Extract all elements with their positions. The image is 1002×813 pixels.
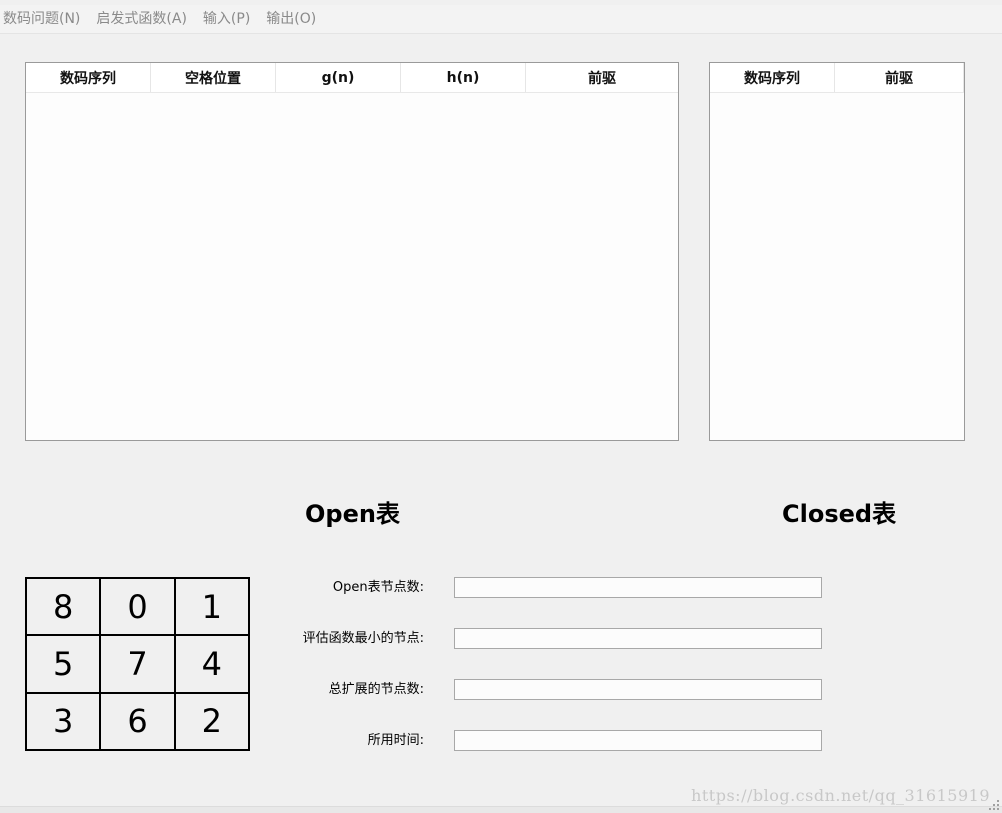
menu-output[interactable]: 输出(O)	[258, 5, 324, 33]
open-table-header: 数码序列 空格位置 g(n) h(n) 前驱	[26, 63, 678, 93]
window-bottom-edge	[0, 806, 1002, 813]
puzzle-tile[interactable]: 6	[101, 693, 174, 749]
open-count-field[interactable]	[454, 577, 822, 598]
resize-grip-icon[interactable]	[988, 799, 1000, 811]
expanded-count-field[interactable]	[454, 679, 822, 700]
open-table-caption: Open表	[305, 500, 400, 528]
open-col-blank-position[interactable]: 空格位置	[151, 63, 276, 92]
closed-table-header: 数码序列 前驱	[710, 63, 964, 93]
open-table[interactable]: 数码序列 空格位置 g(n) h(n) 前驱	[25, 62, 679, 441]
puzzle-tile[interactable]: 2	[175, 693, 248, 749]
puzzle-tile[interactable]: 3	[27, 693, 100, 749]
puzzle-tile[interactable]: 5	[27, 636, 100, 692]
open-count-label: Open表节点数:	[332, 580, 424, 595]
menu-bar: 数码问题(N) 启发式函数(A) 输入(P) 输出(O)	[0, 5, 1002, 34]
closed-col-predecessor[interactable]: 前驱	[835, 63, 964, 92]
stat-row-time: 所用时间:	[250, 730, 822, 752]
app-window: 数码问题(N) 启发式函数(A) 输入(P) 输出(O) 数码序列 空格位置 g…	[0, 0, 1002, 813]
closed-table[interactable]: 数码序列 前驱	[709, 62, 965, 441]
puzzle-tile[interactable]: 1	[175, 579, 248, 635]
time-used-label: 所用时间:	[367, 733, 424, 748]
puzzle-tile[interactable]: 8	[27, 579, 100, 635]
puzzle-tile[interactable]: 7	[101, 636, 174, 692]
closed-col-sequence[interactable]: 数码序列	[710, 63, 835, 92]
min-eval-field[interactable]	[454, 628, 822, 649]
stat-row-expanded: 总扩展的节点数:	[250, 679, 822, 701]
min-eval-label: 评估函数最小的节点:	[302, 631, 424, 646]
menu-input[interactable]: 输入(P)	[195, 5, 258, 33]
stat-row-open-count: Open表节点数:	[250, 577, 822, 599]
open-col-h[interactable]: h(n)	[401, 63, 526, 92]
menu-heuristic-function[interactable]: 启发式函数(A)	[88, 5, 195, 33]
expanded-count-label: 总扩展的节点数:	[328, 682, 424, 697]
open-col-sequence[interactable]: 数码序列	[26, 63, 151, 92]
puzzle-board: 8 0 1 5 7 4 3 6 2	[25, 577, 250, 751]
watermark: https://blog.csdn.net/qq_31615919	[691, 786, 990, 805]
stat-row-min-eval: 评估函数最小的节点:	[250, 628, 822, 650]
open-col-g[interactable]: g(n)	[276, 63, 401, 92]
menu-digit-problem[interactable]: 数码问题(N)	[0, 5, 88, 33]
puzzle-tile[interactable]: 0	[101, 579, 174, 635]
open-col-predecessor[interactable]: 前驱	[526, 63, 678, 92]
puzzle-tile[interactable]: 4	[175, 636, 248, 692]
closed-table-caption: Closed表	[782, 500, 897, 528]
time-used-field[interactable]	[454, 730, 822, 751]
